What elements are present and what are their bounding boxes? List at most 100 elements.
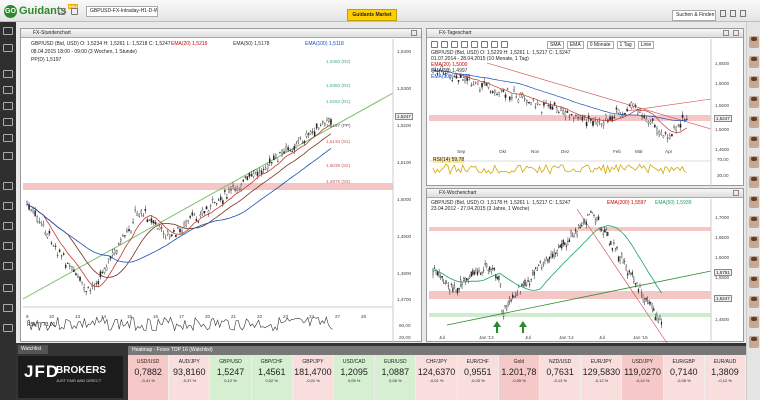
avatar[interactable] — [749, 296, 759, 308]
quote-cell[interactable]: GBP/USD 1,5247 0,12 % — [210, 355, 252, 400]
desktop-icon[interactable] — [3, 182, 13, 190]
y-label: 1,4500 — [715, 317, 730, 322]
avatar[interactable] — [749, 236, 759, 248]
quote-cell[interactable]: Gold 1.201,78 -0,05 % — [498, 355, 541, 400]
quote-cell[interactable]: USD/JPY 119,0270 -0,14 % — [622, 355, 664, 400]
search-input[interactable]: Suchen & Finden — [672, 10, 716, 21]
weekly-chart-svg[interactable] — [427, 189, 745, 343]
quote-cell[interactable]: AUD/JPY 93,8160 -0,37 % — [169, 355, 211, 400]
candle-body — [85, 291, 87, 293]
x-label: Sep — [457, 149, 466, 154]
link-icon[interactable] — [3, 134, 13, 142]
desktop-icon[interactable] — [3, 262, 13, 270]
candle-body — [637, 289, 640, 292]
candle-body — [679, 124, 682, 128]
menu-icon[interactable] — [730, 10, 736, 17]
workspace-dropdown[interactable]: GBPUSD-FX-Intraday-H1-D-W — [86, 6, 158, 17]
gauge-icon[interactable] — [3, 152, 13, 160]
candle-body — [575, 114, 577, 116]
quote-price: 0,7631 — [546, 367, 574, 377]
quote-change: -0,41 % — [141, 378, 155, 383]
quote-cell[interactable]: EUR/AUD 1,3809 -0,12 % — [704, 355, 747, 400]
desktop-icon[interactable] — [3, 202, 13, 210]
candle-body — [449, 290, 451, 292]
avatar[interactable] — [749, 316, 759, 328]
avatar[interactable] — [749, 36, 759, 48]
avatar-icon[interactable] — [3, 27, 13, 35]
candle-body — [669, 135, 671, 139]
candle-body — [596, 217, 598, 220]
quote-cell[interactable]: EUR/CHF 0,9551 -0,03 % — [457, 355, 499, 400]
candle-body — [238, 189, 240, 191]
quote-name: GBP/CHF — [260, 359, 283, 365]
candle-body — [258, 170, 261, 172]
candle-body — [458, 288, 460, 290]
desktop-icon[interactable] — [3, 304, 13, 312]
candle-body — [613, 116, 616, 119]
candle-body — [469, 276, 471, 279]
pivot-label: 1,5197 (PP) — [326, 123, 351, 128]
avatar[interactable] — [749, 336, 759, 348]
quote-cell[interactable]: EUR/JPY 129,5830 -0,12 % — [581, 355, 623, 400]
avatar[interactable] — [749, 196, 759, 208]
desktop-icon[interactable] — [3, 222, 13, 230]
candle-body — [545, 256, 548, 258]
candle-body — [455, 289, 457, 291]
quote-cell[interactable]: EUR/USD 1,0887 0,08 % — [375, 355, 417, 400]
gear-icon[interactable] — [3, 118, 13, 126]
quote-cell[interactable]: CHF/JPY 124,6370 -0,01 % — [416, 355, 458, 400]
avatar[interactable] — [749, 76, 759, 88]
daily-chart-svg[interactable] — [427, 29, 745, 187]
avatar[interactable] — [749, 156, 759, 168]
markets-button[interactable]: Guidants Market — [347, 9, 397, 21]
quote-cell[interactable]: USD/CAD 1,2095 0,05 % — [334, 355, 376, 400]
candle-body — [578, 225, 580, 229]
user-icon[interactable] — [740, 10, 746, 17]
candle-body — [472, 84, 475, 86]
bell-icon[interactable] — [720, 10, 726, 17]
candle-body — [641, 115, 643, 117]
list-icon[interactable] — [3, 86, 13, 94]
avatar[interactable] — [749, 116, 759, 128]
avatar[interactable] — [749, 176, 759, 188]
candle-body — [524, 280, 526, 286]
chart-icon[interactable] — [3, 44, 13, 52]
desktop-icon[interactable] — [3, 70, 13, 78]
brokers-logo-text: BROKERS — [56, 365, 107, 376]
avatar[interactable] — [749, 216, 759, 228]
top-right-icons — [720, 10, 746, 17]
avatar[interactable] — [749, 136, 759, 148]
candle-body — [590, 211, 592, 213]
quote-cell[interactable]: EUR/GBP 0,7140 -0,08 % — [663, 355, 705, 400]
avatar[interactable] — [749, 276, 759, 288]
candle-body — [647, 121, 650, 124]
desktop-icon[interactable] — [3, 242, 13, 250]
quote-price: 93,8160 — [173, 367, 206, 377]
desktop-icon[interactable] — [58, 8, 65, 15]
candle-body — [461, 284, 463, 289]
quote-cell[interactable]: GBP/CHF 1,4561 0,02 % — [251, 355, 293, 400]
quote-cell[interactable]: USD/USD 0,7882 -0,41 % — [128, 355, 170, 400]
candle-body — [79, 276, 81, 281]
candle-body — [530, 279, 532, 281]
x-label: Jan '14 — [559, 335, 574, 340]
quote-cell[interactable]: NZD/USD 0,7631 -0,13 % — [540, 355, 582, 400]
watchlist-tab[interactable]: Watchlist — [18, 345, 48, 354]
desktop-icon[interactable] — [3, 324, 13, 332]
candle-body — [189, 215, 191, 218]
avatar[interactable] — [749, 256, 759, 268]
desktop-icon[interactable] — [3, 284, 13, 292]
candle-body — [479, 90, 481, 92]
quote-change: -0,01 % — [429, 378, 444, 383]
quote-price: 124,6370 — [417, 367, 456, 377]
candle-body — [445, 73, 447, 74]
quote-cell[interactable]: GBP/JPY 181,4700 -0,01 % — [292, 355, 335, 400]
avatar[interactable] — [749, 96, 759, 108]
candle-body — [564, 242, 566, 246]
hourly-chart-svg[interactable] — [21, 29, 423, 343]
candle-body — [551, 106, 554, 110]
news-icon[interactable] — [3, 102, 13, 110]
layout-icon[interactable] — [71, 8, 78, 15]
avatar[interactable] — [749, 56, 759, 68]
candle-body — [651, 303, 653, 309]
